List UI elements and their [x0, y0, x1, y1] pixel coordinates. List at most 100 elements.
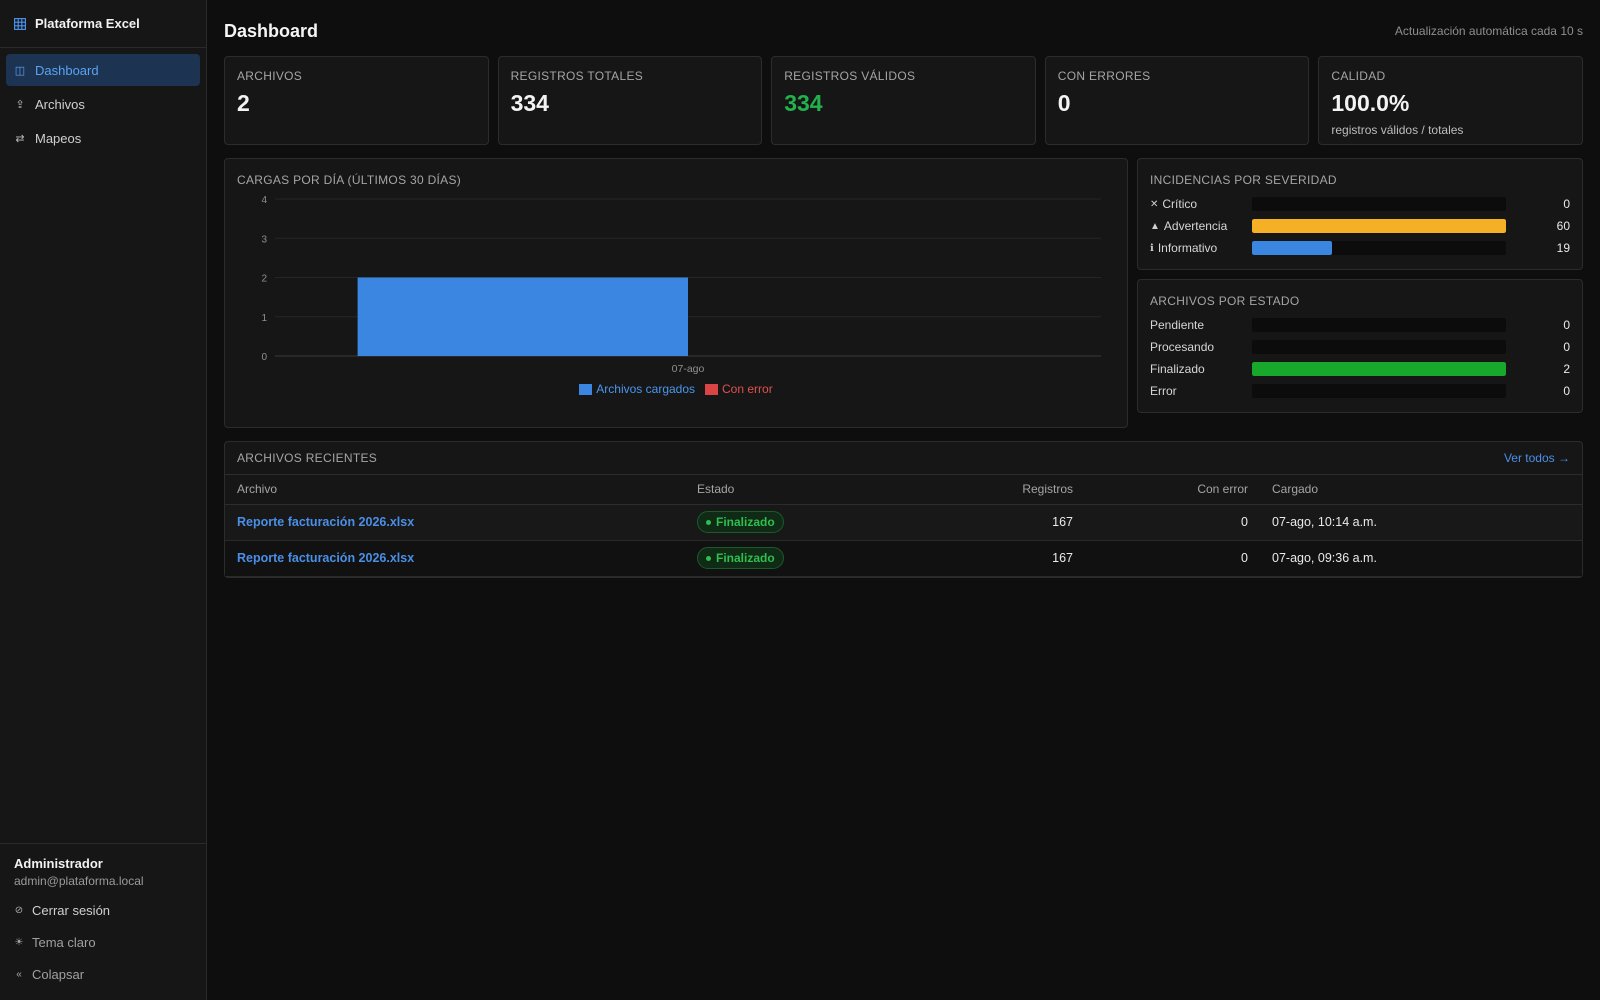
side-panels: INCIDENCIAS POR SEVERIDAD ✕ Crítico 0 ▲ Adve…	[1137, 158, 1583, 428]
file-link[interactable]: Reporte facturación 2026.xlsx	[237, 515, 414, 529]
uploaded-cell: 07-ago, 09:36 a.m.	[1260, 540, 1582, 577]
column-header[interactable]: Registros	[865, 475, 1085, 505]
column-header[interactable]: Archivo	[225, 475, 685, 505]
bar-count: 2	[1563, 362, 1570, 376]
bar-label: ℹ Informativo	[1150, 241, 1252, 255]
legend-item[interactable]: Con error	[705, 382, 773, 396]
bar-label: Procesando	[1150, 340, 1252, 354]
file-link[interactable]: Reporte facturación 2026.xlsx	[237, 551, 414, 565]
severity-rows: ✕ Crítico 0 ▲ Advertencia 60 ℹ Informativo 19	[1150, 193, 1570, 259]
bar-fill	[1252, 241, 1333, 255]
sidebar-item-label: Archivos	[35, 96, 85, 112]
status-cell: Finalizado	[685, 540, 865, 577]
table-row[interactable]: Reporte facturación 2026.xlsx Finalizado 1…	[225, 540, 1582, 577]
file-cell[interactable]: Reporte facturación 2026.xlsx	[225, 540, 685, 577]
status-dot-icon	[706, 519, 711, 525]
brand[interactable]: Plataforma Excel	[0, 0, 206, 48]
status-badge: Finalizado	[697, 511, 784, 533]
sidebar-footer: Administrador admin@plataforma.local ⊘ C…	[0, 843, 206, 1000]
sidebar-item-dashboard[interactable]: ◫ Dashboard	[6, 54, 200, 86]
records-cell: 167	[865, 540, 1085, 577]
legend-label: Archivos cargados	[596, 382, 696, 396]
legend-label: Con error	[722, 382, 773, 396]
bar-count: 0	[1563, 384, 1570, 398]
logout-icon: ⊘	[14, 904, 24, 916]
bar-label: ▲ Advertencia	[1150, 219, 1252, 233]
bar-track	[1252, 197, 1506, 211]
bar-row: ▲ Advertencia 60	[1150, 215, 1570, 237]
stat-card-registros-totales: REGISTROS TOTALES 334	[497, 56, 763, 145]
bar-label: Pendiente	[1150, 318, 1252, 332]
close-icon: ✕	[1150, 198, 1159, 210]
sidebar-item-mapeos[interactable]: ⇄ Mapeos	[6, 122, 200, 154]
arrows-icon: ⇄	[15, 132, 25, 145]
column-header[interactable]: Cargado	[1260, 475, 1582, 505]
table-header-row: Archivo Estado Registros Con error Carga…	[225, 475, 1582, 505]
stat-label: REGISTROS VÁLIDOS	[784, 69, 916, 83]
bar-label-text: Informativo	[1157, 241, 1218, 255]
sidebar-item-archivos[interactable]: ⇪ Archivos	[6, 88, 200, 120]
warning-icon: ▲	[1150, 220, 1160, 232]
user-name: Administrador	[14, 856, 103, 871]
file-cell[interactable]: Reporte facturación 2026.xlsx	[225, 504, 685, 541]
bar-row: Error 0	[1150, 380, 1570, 402]
stat-card-calidad: CALIDAD 100.0% registros válidos / total…	[1318, 56, 1583, 145]
grid-icon	[14, 17, 26, 30]
stat-value: 334	[784, 90, 823, 116]
y-tick-label: 2	[261, 274, 267, 285]
sun-icon: ☀	[14, 936, 24, 948]
main-content: Dashboard Actualización automática cada …	[207, 0, 1600, 1000]
stat-card-registros-validos: REGISTROS VÁLIDOS 334	[771, 56, 1036, 145]
recent-files-header: ARCHIVOS RECIENTES Ver todos →	[225, 442, 1582, 475]
collapse-button[interactable]: « Colapsar	[14, 958, 192, 990]
errors-cell: 0	[1085, 504, 1260, 541]
logout-button[interactable]: ⊘ Cerrar sesión	[14, 894, 192, 926]
stat-label: ARCHIVOS	[237, 69, 303, 83]
sidebar-item-label: Dashboard	[35, 62, 99, 78]
chevron-left-icon: «	[16, 968, 22, 980]
uploaded-cell: 07-ago, 10:14 a.m.	[1260, 504, 1582, 541]
stat-value: 0	[1057, 90, 1071, 116]
collapse-label: Colapsar	[32, 966, 85, 982]
bar-label-text: Error	[1150, 384, 1177, 398]
theme-toggle[interactable]: ☀ Tema claro	[14, 926, 192, 958]
chart-legend: Archivos cargados Con error	[237, 382, 1115, 396]
bar	[357, 277, 688, 356]
x-tick-label: 07-ago	[672, 363, 705, 375]
uploads-chart-panel: CARGAS POR DÍA (ÚLTIMOS 30 DÍAS) 0 1 2 3 4 07…	[224, 158, 1128, 428]
page-title: Dashboard	[224, 20, 319, 41]
bar-row: ✕ Crítico 0	[1150, 193, 1570, 215]
bar-fill	[1252, 219, 1506, 233]
refresh-note: Actualización automática cada 10 s	[1394, 24, 1583, 38]
errors-cell: 0	[1085, 540, 1260, 577]
topbar: Dashboard Actualización automática cada …	[224, 18, 1583, 44]
bar-label-text: Advertencia	[1163, 219, 1228, 233]
bar-label: Finalizado	[1150, 362, 1252, 376]
file-icon: ⇪	[15, 98, 25, 111]
bar-row: Finalizado 2	[1150, 358, 1570, 380]
legend-swatch	[705, 383, 719, 395]
see-all-link[interactable]: Ver todos →	[1504, 451, 1570, 465]
column-header[interactable]: Estado	[685, 475, 865, 505]
recent-files-table: Archivo Estado Registros Con error Carga…	[225, 475, 1582, 577]
stat-value: 100.0%	[1331, 90, 1410, 116]
app-shell: Plataforma Excel ◫ Dashboard ⇪ Archivos …	[0, 0, 1600, 1000]
bar-track	[1252, 318, 1506, 332]
legend-item[interactable]: Archivos cargados	[579, 382, 695, 396]
bar-label: ✕ Crítico	[1150, 197, 1252, 211]
status-rows: Pendiente 0 Procesando 0 Finalizado 2 Error 0	[1150, 314, 1570, 402]
recent-files-panel: ARCHIVOS RECIENTES Ver todos → Archivo E…	[224, 441, 1583, 578]
bar-label: Error	[1150, 384, 1252, 398]
stat-card-archivos: ARCHIVOS 2	[224, 56, 489, 145]
bar-track	[1252, 384, 1506, 398]
y-tick-label: 0	[261, 352, 267, 363]
stat-subtitle: registros válidos / totales	[1331, 123, 1464, 137]
stat-label: CON ERRORES	[1057, 69, 1151, 83]
recent-files-body: Reporte facturación 2026.xlsx Finalizado 1…	[225, 504, 1582, 577]
uploads-bar-chart: 0 1 2 3 4 07-ago	[261, 195, 1101, 375]
bar-label-text: Procesando	[1150, 340, 1215, 354]
status-text: Finalizado	[716, 515, 775, 529]
table-row[interactable]: Reporte facturación 2026.xlsx Finalizado 1…	[225, 504, 1582, 541]
column-header[interactable]: Con error	[1085, 475, 1260, 505]
bar-label-text: Finalizado	[1150, 362, 1205, 376]
